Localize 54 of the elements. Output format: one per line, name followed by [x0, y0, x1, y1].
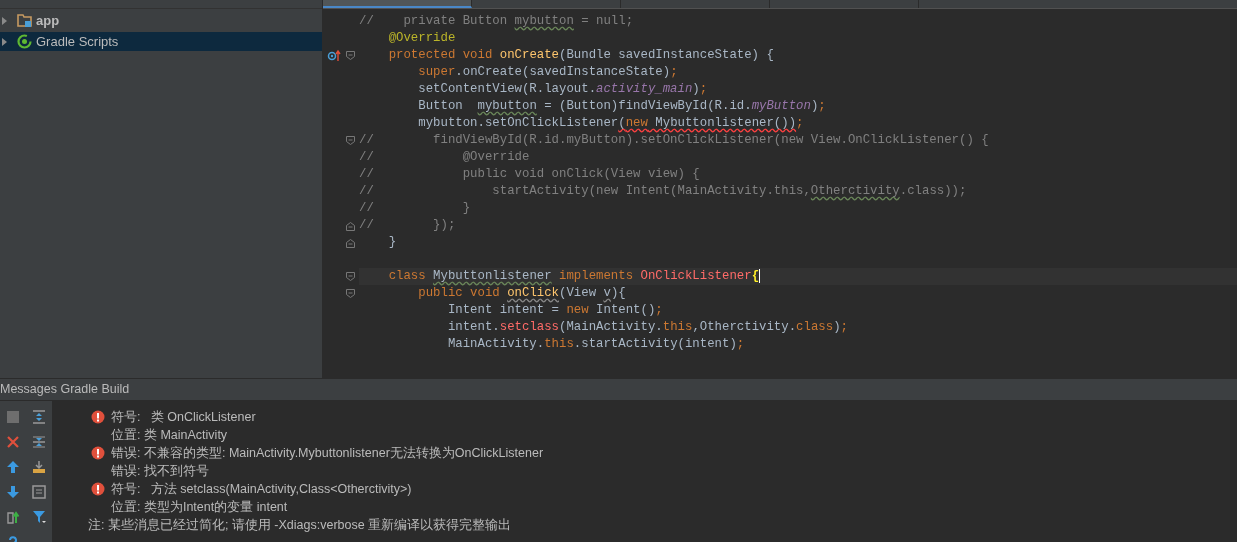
code-line: // } [359, 200, 472, 217]
error-icon [91, 446, 105, 460]
code-line: public void onClick(View v){ [417, 285, 627, 302]
fold-icon [346, 220, 355, 231]
message-text: 错误: 找不到符号 [111, 462, 209, 480]
fold-icon [346, 271, 355, 282]
fold-icon [346, 237, 355, 248]
message-text: 符号: 类 OnClickListener [111, 408, 256, 426]
expand-arrow-icon [2, 16, 7, 25]
filter-icon[interactable] [32, 509, 46, 524]
expand-arrow-icon [2, 37, 7, 46]
code-line: // findViewById(R.id.myButton).setOnClickListener(new View.OnClickListener() { [359, 132, 990, 149]
tree-item-label: app [36, 13, 60, 28]
collapse-all-icon[interactable] [32, 434, 46, 449]
message-text: 注: 某些消息已经过简化; 请使用 -Xdiags:verbose 重新编译以获得完整输出 [88, 516, 512, 534]
error-icon [91, 410, 105, 424]
code-line: // public void onClick(View view) { [359, 166, 701, 183]
message-text: 位置: 类型为Intent的变量 intent [111, 498, 288, 516]
editor-tab[interactable] [323, 0, 472, 8]
code-line: Button mybutton = (Button)findViewById(R.id.myButton); [417, 98, 827, 115]
gradle-icon [17, 34, 32, 49]
code-line: } [387, 234, 398, 251]
tree-item[interactable]: app [0, 11, 322, 30]
code-line: @Override [387, 30, 457, 47]
message-text: 位置: 类 MainActivity [111, 426, 228, 444]
tree-item-label: Gradle Scripts [36, 34, 119, 49]
message-text: 错误: 不兼容的类型: MainActivity.Mybuttonlistener无法转换为OnClickListener [111, 444, 544, 462]
expand-all-icon[interactable] [32, 409, 46, 424]
folder-icon [17, 13, 32, 28]
close-icon[interactable] [6, 434, 20, 449]
code-line: protected void onCreate(Bundle savedInstanceState) { [387, 47, 775, 64]
code-line: intent.setclass(MainActivity.this,Otherctivity.class); [446, 319, 849, 336]
fold-icon [346, 135, 355, 146]
override-icon [327, 49, 341, 62]
panel-icon[interactable] [32, 484, 46, 499]
export-icon[interactable] [6, 509, 20, 524]
fold-icon [346, 288, 355, 299]
code-line: setContentView(R.layout.activity_main); [417, 81, 709, 98]
error-icon [91, 482, 105, 496]
code-line: // startActivity(new Intent(MainActivity.this,Otherctivity.class)); [359, 183, 968, 200]
code-line: super.onCreate(savedInstanceState); [417, 64, 679, 81]
tree-item[interactable]: Gradle Scripts [0, 32, 322, 51]
message-text: 符号: 方法 setclass(MainActivity,Class<Otherctivity>) [111, 480, 412, 498]
code-line: // private Button mybutton = null; [359, 13, 635, 30]
stop-icon[interactable] [6, 409, 20, 424]
fold-icon [346, 50, 355, 61]
down-arrow-icon[interactable] [6, 484, 20, 499]
download-icon[interactable] [32, 459, 46, 474]
code-line: MainActivity.this.startActivity(intent); [446, 336, 746, 353]
code-line: Intent intent = new Intent(); [446, 302, 664, 319]
code-line: // @Override [359, 149, 531, 166]
code-line: // }); [359, 217, 457, 234]
up-arrow-icon[interactable] [6, 459, 20, 474]
code-line: mybutton.setOnClickListener(new Mybuttonlistener()); [417, 115, 805, 132]
